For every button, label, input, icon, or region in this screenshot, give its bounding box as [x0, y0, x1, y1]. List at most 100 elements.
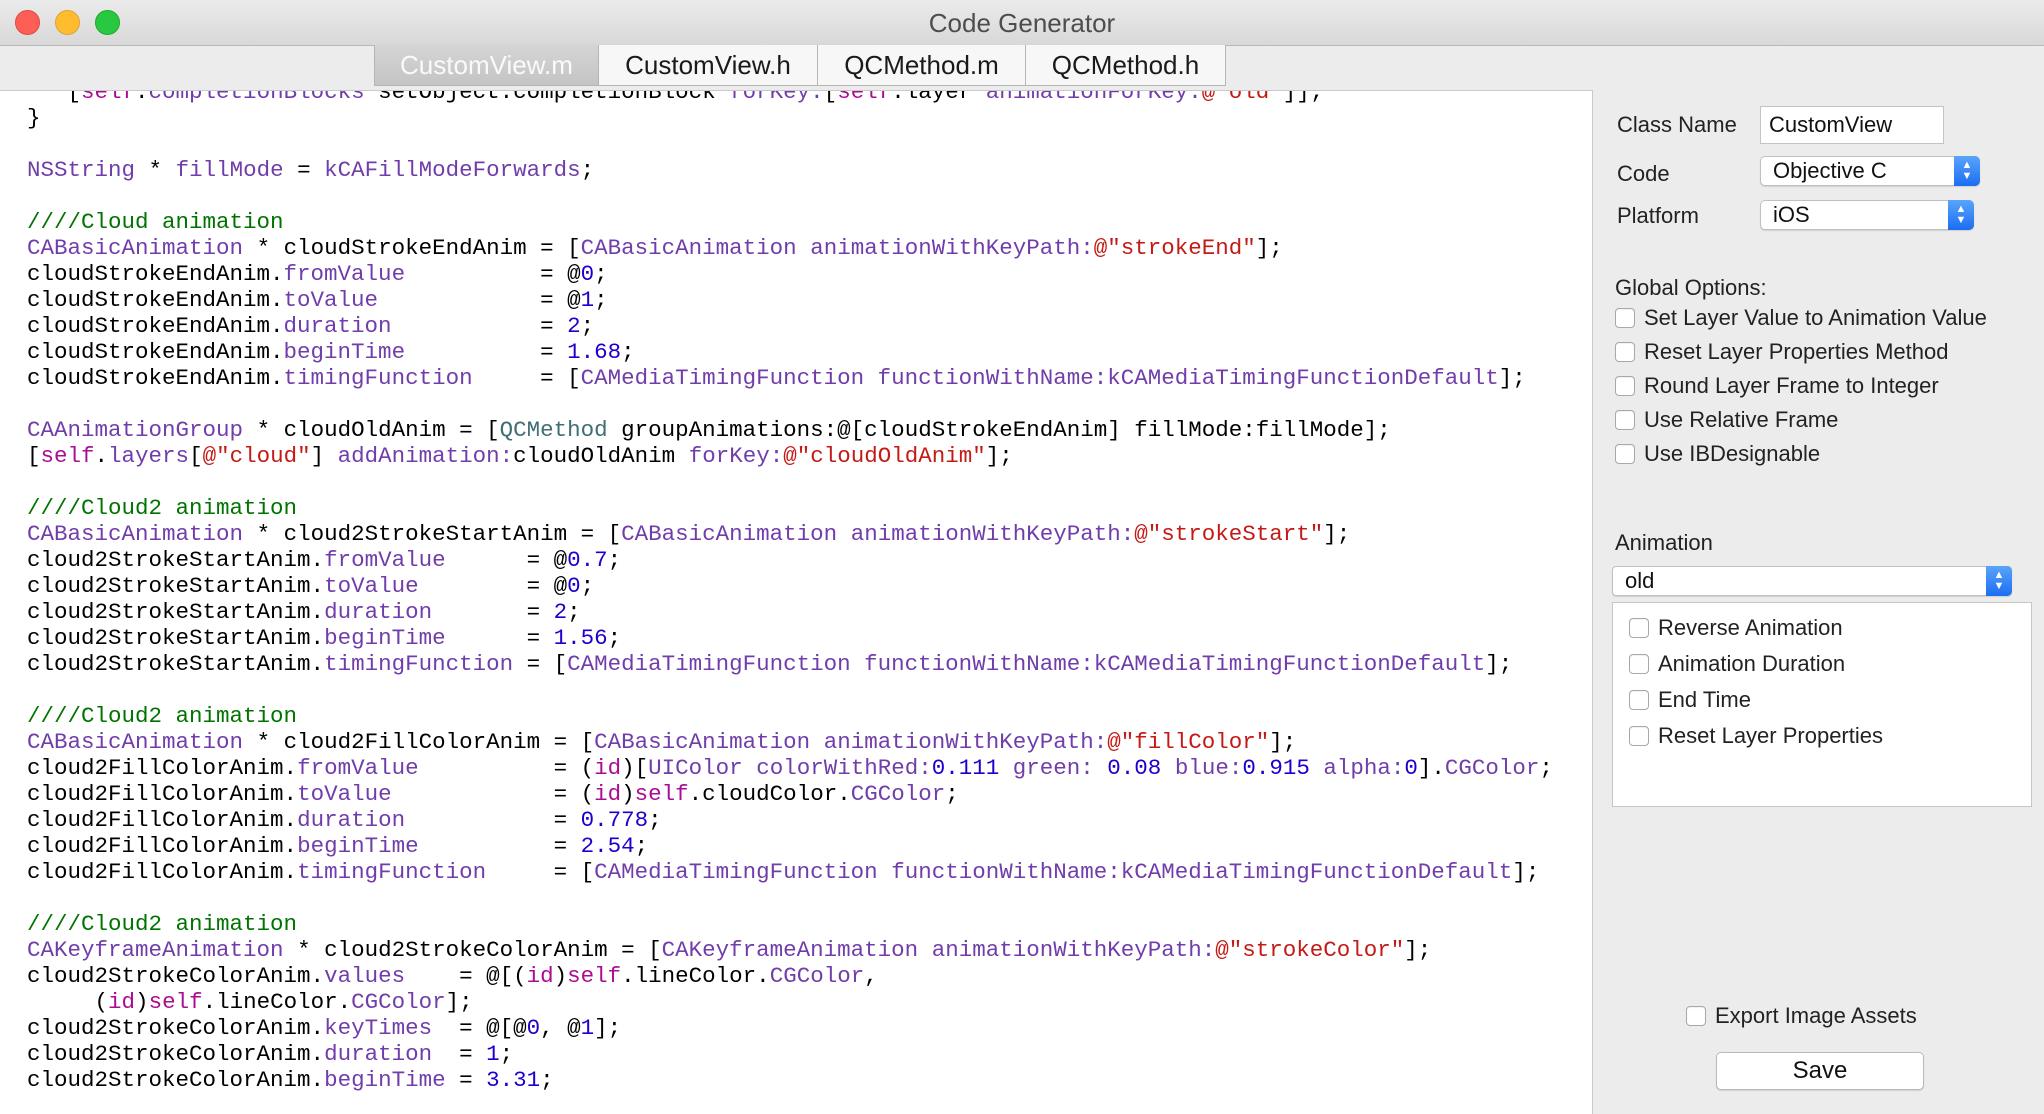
checkbox[interactable] — [1686, 1006, 1706, 1026]
code-token: functionWithName: — [877, 365, 1108, 391]
code-token: id — [108, 989, 136, 1015]
option-round-layer-frame[interactable]: Round Layer Frame to Integer — [1615, 372, 1939, 400]
code-token: CAAnimationGroup — [27, 417, 244, 443]
code-line: } — [0, 105, 1553, 131]
save-button[interactable]: Save — [1716, 1052, 1924, 1090]
animation-select[interactable]: old ▲ ▼ — [1612, 566, 2012, 596]
code-token: * cloud2FillColorAnim = [ — [243, 729, 595, 755]
code-line: cloud2StrokeColorAnim.keyTimes = @[@0, @… — [0, 1015, 1553, 1041]
tab-qcmethod-h[interactable]: QCMethod.h — [1026, 45, 1225, 85]
code-token: * — [135, 157, 176, 183]
code-token: toValue — [324, 573, 419, 599]
animation-value: old — [1625, 568, 1655, 593]
option-use-relative-frame[interactable]: Use Relative Frame — [1615, 406, 1838, 434]
code-token: CABasicAnimation — [621, 521, 838, 547]
code-token: ////Cloud2 animation — [27, 495, 298, 521]
code-editor[interactable]: [self.completionBlocks setObject:complet… — [0, 90, 1593, 1114]
code-token: @"strokeEnd" — [1093, 235, 1256, 261]
code-token: ; — [580, 573, 595, 599]
code-token: ]; — [1269, 729, 1297, 755]
code-token: ) — [553, 963, 568, 989]
checkbox[interactable] — [1615, 342, 1635, 362]
code-token: ]; — [594, 1015, 622, 1041]
code-token: timingFunction — [297, 859, 487, 885]
code-token: cloud2FillColorAnim. — [0, 755, 298, 781]
option-reset-layer-properties-anim[interactable]: Reset Layer Properties — [1629, 722, 1883, 750]
code-line: ////Cloud2 animation — [0, 911, 1553, 937]
code-line: NSString * fillMode = kCAFillModeForward… — [0, 157, 1553, 183]
checkbox[interactable] — [1629, 654, 1649, 674]
code-token: [ — [823, 90, 838, 105]
option-use-ibdesignable[interactable]: Use IBDesignable — [1615, 440, 1820, 468]
code-token: ] — [310, 443, 338, 469]
code-token: cloudStrokeEndAnim. — [0, 339, 284, 365]
checkbox[interactable] — [1615, 444, 1635, 464]
code-token: ; — [499, 1041, 514, 1067]
title-bar: Code Generator — [0, 0, 2044, 46]
code-token: animationWithKeyPath: — [850, 521, 1135, 547]
tab-qcmethod-m[interactable]: QCMethod.m — [818, 45, 1026, 85]
code-token: layers — [108, 443, 190, 469]
code-token: . — [135, 90, 149, 105]
code-language-select[interactable]: Objective C ▲ ▼ — [1760, 156, 1980, 186]
code-token: = @ — [378, 287, 581, 313]
option-reverse-animation[interactable]: Reverse Animation — [1629, 614, 1843, 642]
code-token: beginTime — [297, 833, 419, 859]
code-token: = [ — [472, 365, 581, 391]
code-token: ]; — [445, 989, 473, 1015]
chevron-up-down-icon: ▲ ▼ — [1954, 156, 1980, 186]
platform-select[interactable]: iOS ▲ ▼ — [1760, 200, 1974, 230]
code-token: CAKeyframeAnimation — [661, 937, 919, 963]
checkbox[interactable] — [1615, 308, 1635, 328]
code-token: ; — [540, 1067, 554, 1093]
class-name-field[interactable]: CustomView — [1760, 106, 1944, 144]
code-token: .cloudColor. — [688, 781, 851, 807]
code-token: 0 — [567, 573, 581, 599]
code-token: cloud2StrokeStartAnim. — [0, 547, 325, 573]
checkbox[interactable] — [1615, 376, 1635, 396]
code-token: ////Cloud animation — [27, 209, 284, 235]
code-token: id — [526, 963, 554, 989]
checkbox[interactable] — [1629, 618, 1649, 638]
checkbox[interactable] — [1629, 726, 1649, 746]
checkbox[interactable] — [1629, 690, 1649, 710]
chevron-up-down-icon: ▲ ▼ — [1986, 566, 2012, 596]
code-token: kCAMediaTimingFunctionDefault — [1093, 651, 1486, 677]
option-reset-layer-properties[interactable]: Reset Layer Properties Method — [1615, 338, 1949, 366]
option-animation-duration[interactable]: Animation Duration — [1629, 650, 1845, 678]
code-token: ; — [621, 339, 635, 365]
code-line: CABasicAnimation * cloudStrokeEndAnim = … — [0, 235, 1553, 261]
code-token: functionWithName: — [891, 859, 1121, 885]
code-token: 0.7 — [567, 547, 608, 573]
global-options-label: Global Options: — [1615, 275, 1767, 300]
code-token: * cloudStrokeEndAnim = [ — [243, 235, 581, 261]
option-end-time[interactable]: End Time — [1629, 686, 1751, 714]
code-token: duration — [297, 807, 406, 833]
checkbox[interactable] — [1615, 410, 1635, 430]
code-token: cloud2StrokeColorAnim. — [0, 1041, 325, 1067]
code-token: cloud2FillColorAnim. — [0, 859, 298, 885]
tab-customview-m[interactable]: CustomView.m — [375, 45, 599, 85]
code-generator-window: Code Generator CustomView.m CustomView.h… — [0, 0, 2044, 1114]
option-export-image-assets[interactable]: Export Image Assets — [1686, 1002, 1917, 1030]
tab-customview-h[interactable]: CustomView.h — [599, 45, 818, 85]
code-token: ; — [607, 547, 622, 573]
code-token: ////Cloud2 animation — [27, 703, 298, 729]
option-set-layer-value[interactable]: Set Layer Value to Animation Value — [1615, 304, 1987, 332]
code-token: = — [432, 599, 554, 625]
code-token: = [ — [486, 859, 595, 885]
code-token: QCMethod — [499, 417, 608, 443]
code-token: cloud2StrokeStartAnim. — [0, 651, 325, 677]
code-token: animationWithKeyPath: — [810, 235, 1094, 261]
code-line: cloud2FillColorAnim.toValue = (id)self.c… — [0, 781, 1553, 807]
code-token: @"cloud" — [202, 443, 311, 469]
code-token: 0 — [580, 261, 595, 287]
code-token: animationWithKeyPath: — [823, 729, 1108, 755]
